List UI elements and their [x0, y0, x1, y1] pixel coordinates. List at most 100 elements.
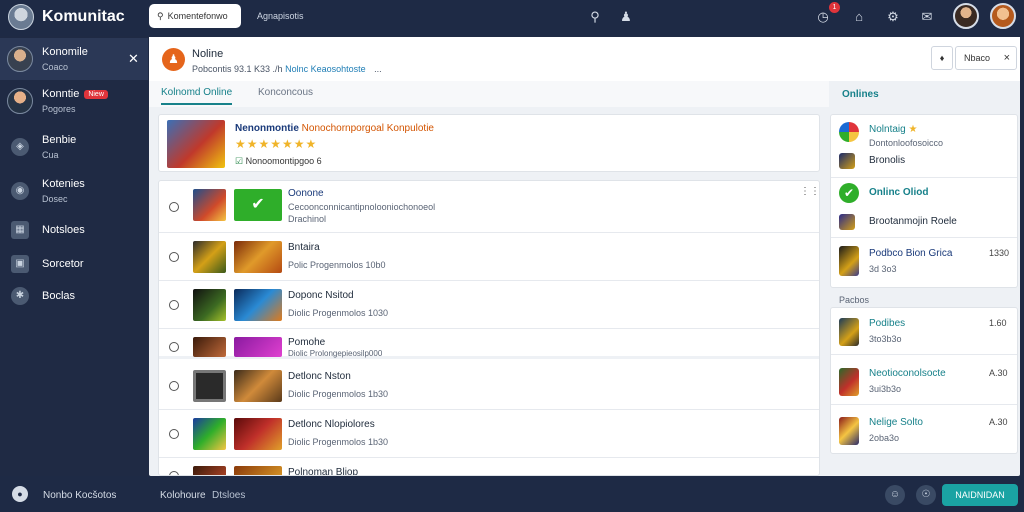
- bottom-link[interactable]: Kolohoure: [160, 490, 206, 501]
- recent-item-label: Neotioconolsocte: [869, 368, 946, 379]
- star-icon: ★: [908, 124, 918, 135]
- close-icon[interactable]: ×: [1004, 47, 1010, 69]
- check-icon: ☑: [235, 156, 244, 166]
- tab-bar: Kolnomd Online Konconcous: [149, 81, 829, 107]
- featured-title-accent: Nonochornporgoal Konpulotie: [301, 123, 434, 134]
- online-item[interactable]: Brootanmojin Roele: [839, 214, 1015, 238]
- item-thumb: [234, 370, 282, 402]
- sidebar-item-title: Konomile: [42, 46, 88, 58]
- sidebar: Konomile Coaco ✕ Konntie Niew Pogores ◈ B…: [0, 36, 148, 476]
- item-title: Polnoman Bliop: [288, 467, 359, 476]
- section-label: Pacbos: [839, 295, 870, 305]
- select-radio[interactable]: [169, 381, 179, 391]
- header-action-button[interactable]: Nbaco ×: [955, 46, 1017, 70]
- online-item[interactable]: Nolntaig ★ Dontonloofosoicco: [839, 122, 1015, 152]
- recent-item[interactable]: Nelige Solto 2oba3o A.30: [839, 415, 1015, 447]
- sidebar-item[interactable]: ◈ Benbie Cua: [0, 130, 148, 164]
- sidebar-item[interactable]: ◉ Kotenies Dosec: [0, 174, 148, 208]
- online-item-label: Nolntaig: [869, 124, 906, 135]
- close-icon[interactable]: ✕: [128, 51, 139, 67]
- featured-title-text: Nenonmontie: [235, 123, 299, 134]
- recent-item[interactable]: Neotioconolsocte 3ui3b3o A.30: [839, 366, 1015, 398]
- sidebar-item-title: Konntie: [42, 88, 80, 100]
- sidebar-item[interactable]: Konomile Coaco ✕: [0, 38, 148, 80]
- item-sub: Cecoonconnicantipnolooniochonoeol: [288, 202, 436, 212]
- item-title: Pomohe: [288, 337, 326, 348]
- item-sub2: Drachinol: [288, 214, 327, 224]
- online-item[interactable]: Bronolis: [839, 153, 1015, 177]
- sidebar-item-title: Kotenies: [42, 178, 85, 190]
- item-thumb: [234, 466, 282, 475]
- recent-item-count: 1.60: [989, 318, 1007, 328]
- tab-online[interactable]: Kolnomd Online: [161, 87, 233, 105]
- item-sub: Diolic Prolongepieosilp000: [288, 349, 383, 358]
- people-icon[interactable]: ♟: [618, 9, 634, 25]
- item-thumb: [234, 289, 282, 321]
- avatar: [7, 46, 33, 72]
- select-radio[interactable]: [169, 342, 179, 352]
- recent-item[interactable]: Podibes 3to3b3o 1.60: [839, 316, 1015, 348]
- rating-stars: ★★★★★★★: [235, 137, 318, 151]
- top-subtitle[interactable]: Agnapisotis: [257, 11, 304, 21]
- search-input[interactable]: ⚲ Komentefonwo: [149, 4, 241, 28]
- recent-item-count: A.30: [989, 417, 1008, 427]
- item-sub: Diolic Progenmolos 1030: [288, 308, 389, 318]
- featured-meta-text: Nonoomontipgoo 6: [245, 156, 322, 166]
- search-icon: ⚲: [157, 10, 164, 21]
- item-icon: [839, 214, 855, 230]
- list-item[interactable]: Pomohe Diolic Prolongepieosilp000: [159, 329, 819, 359]
- app-logo-icon[interactable]: [8, 4, 34, 30]
- item-icon: [839, 246, 859, 276]
- avatar[interactable]: [953, 3, 979, 29]
- pin-button[interactable]: ♦: [931, 46, 953, 70]
- item-thumb: [193, 189, 226, 221]
- featured-card[interactable]: Nenonmontie Nonochornporgoal Konpulotie …: [158, 114, 820, 172]
- online-item-count: 1330: [989, 248, 1010, 258]
- sidebar-item-sub: Cua: [42, 150, 59, 160]
- channel-title: Noline: [192, 48, 224, 60]
- online-item[interactable]: ✔ Onlinc Oliod: [839, 183, 1015, 209]
- item-thumb: [193, 466, 226, 475]
- home-icon[interactable]: ⌂: [851, 9, 867, 25]
- more-icon[interactable]: ...: [374, 64, 382, 74]
- item-sub: Polic Progenmolos 10b0: [288, 260, 386, 270]
- status-user: Nonbo Kocšotos: [43, 490, 117, 501]
- app-name: Komunitac: [42, 8, 125, 25]
- online-item[interactable]: Podbco Bion Grica 3d 3o3 1330: [839, 246, 1015, 278]
- list-item[interactable]: Polnoman Bliop: [159, 458, 819, 476]
- status-icon[interactable]: ●: [12, 486, 28, 502]
- sidebar-item[interactable]: Konntie Niew Pogores: [0, 82, 148, 122]
- tab-connections[interactable]: Konconcous: [258, 87, 313, 98]
- attach-icon[interactable]: ☉: [916, 485, 936, 505]
- online-item-label: Podbco Bion Grica: [869, 248, 953, 259]
- list-item[interactable]: Bntaira Polic Progenmolos 10b0: [159, 233, 819, 281]
- item-title: Detlonc Nlopiolores: [288, 419, 375, 430]
- select-radio[interactable]: [169, 429, 179, 439]
- list-item[interactable]: Detlonc Nlopiolores Diolic Progenmolos 1…: [159, 410, 819, 458]
- list-item[interactable]: Doponc Nsitod Diolic Progenmolos 1030: [159, 281, 819, 329]
- item-thumb: [193, 241, 226, 273]
- chat-icon[interactable]: ✉: [919, 9, 935, 25]
- select-radio[interactable]: [169, 252, 179, 262]
- sidebar-item[interactable]: ▣ Sorcetor: [0, 254, 148, 274]
- clock-icon[interactable]: ◷: [815, 9, 831, 25]
- emoji-icon[interactable]: ☺: [885, 485, 905, 505]
- channel-link[interactable]: Nolnc Keaosohtoste: [285, 64, 366, 74]
- box-icon: ▣: [11, 255, 29, 273]
- select-radio[interactable]: [169, 300, 179, 310]
- avatar[interactable]: [990, 3, 1016, 29]
- select-radio[interactable]: [169, 202, 179, 212]
- list-item[interactable]: Detlonc Nston Diolic Progenmolos 1b30: [159, 362, 819, 410]
- sidebar-item[interactable]: ✱ Boclas: [0, 286, 148, 306]
- online-item-sub: 3d 3o3: [869, 264, 897, 274]
- search-icon[interactable]: ⚲: [587, 9, 603, 25]
- message-list: ⋮⋮ ✔ Oonone Cecoonconnicantipnolooniocho…: [158, 180, 820, 476]
- send-button[interactable]: NAIDNIDAN: [942, 484, 1018, 506]
- list-item[interactable]: ✔ Oonone Cecoonconnicantipnolooniochonoe…: [159, 181, 819, 233]
- gear-icon[interactable]: ⚙: [885, 9, 901, 25]
- sidebar-item[interactable]: ▦ Notsloes: [0, 220, 148, 240]
- item-icon: [839, 122, 859, 142]
- online-panel: Nolntaig ★ Dontonloofosoicco Bronolis ✔ …: [830, 114, 1018, 288]
- item-title: Bntaira: [288, 242, 320, 253]
- bottom-link[interactable]: Dtsloes: [212, 490, 245, 501]
